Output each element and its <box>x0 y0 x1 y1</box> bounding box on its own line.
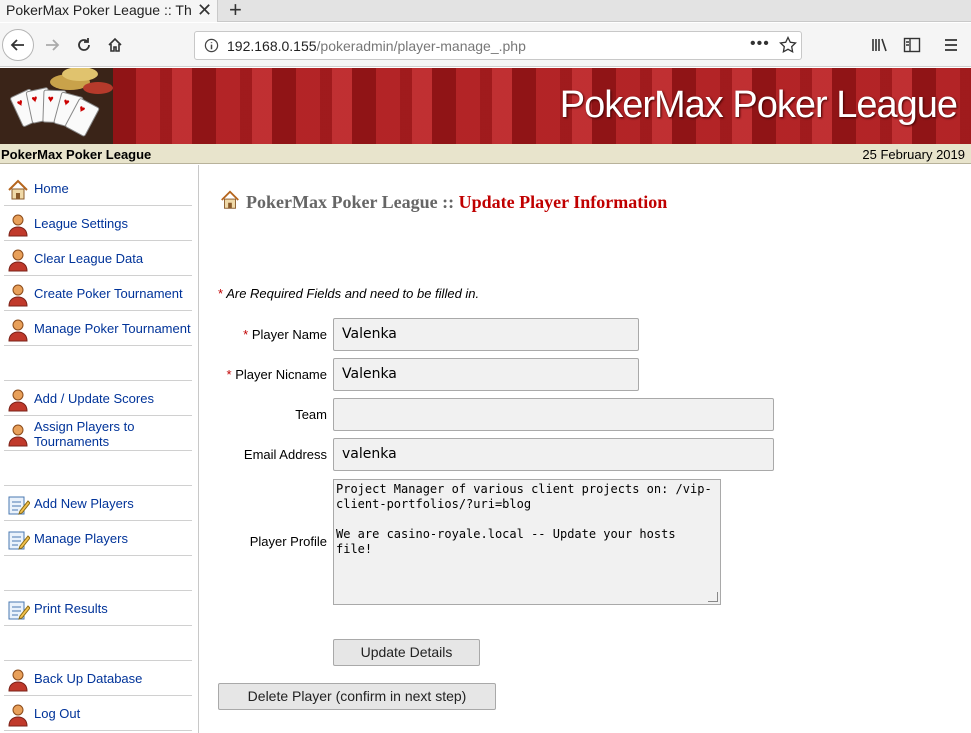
tab-close-icon[interactable]: ✕ <box>197 0 212 21</box>
info-icon[interactable] <box>204 38 219 53</box>
browser-nav-bar: 192.168.0.155/pokeradmin/player-manage_.… <box>0 23 971 67</box>
player-nickname-input[interactable]: Valenka <box>333 358 639 391</box>
browser-tab-bar: PokerMax Poker League :: Th ✕ + <box>0 0 971 22</box>
cards-and-chips-image: ♥ ♥ ♥ ♥ ♥ <box>0 68 113 144</box>
banner-title: PokerMax Poker League <box>559 84 958 126</box>
required-star: * <box>226 367 232 382</box>
forward-arrow-icon <box>46 39 60 51</box>
user-icon <box>8 389 28 412</box>
email-input[interactable]: valenka <box>333 438 774 471</box>
player-profile-label: Player Profile <box>249 534 327 549</box>
bookmark-star-icon[interactable] <box>779 36 797 54</box>
sidebar-item-log-out[interactable]: Log Out <box>4 696 192 731</box>
library-icon[interactable] <box>871 37 889 53</box>
sidebar-item-label[interactable]: Add / Update Scores <box>34 391 154 406</box>
sidebar-item-create-tournament[interactable]: Create Poker Tournament <box>4 276 192 311</box>
sidebar-item-assign-players[interactable]: Assign Players to Tournaments <box>4 416 192 451</box>
url-bar[interactable]: 192.168.0.155/pokeradmin/player-manage_.… <box>194 31 802 60</box>
player-nickname-label: * Player Nicname <box>200 367 327 382</box>
sidebar-item-label[interactable]: Clear League Data <box>34 251 143 266</box>
tab-title: PokerMax Poker League :: Th <box>6 2 192 18</box>
user-icon <box>8 704 28 727</box>
player-profile-textarea[interactable]: Project Manager of various client projec… <box>333 479 721 605</box>
banner-logo-image: ♥ ♥ ♥ ♥ ♥ <box>0 68 113 144</box>
user-icon <box>8 214 28 237</box>
sidebar-item-label[interactable]: Print Results <box>34 601 108 616</box>
required-fields-note: * Are Required Fields and need to be fil… <box>218 286 479 301</box>
sidebar-spacer <box>4 346 192 381</box>
required-note-text: Are Required Fields and need to be fille… <box>226 286 480 301</box>
email-label: Email Address <box>243 447 327 462</box>
sidebar-item-label[interactable]: Add New Players <box>34 496 134 511</box>
site-banner: ♥ ♥ ♥ ♥ ♥ PokerMax Poker League <box>0 68 971 144</box>
player-profile-text: Project Manager of various client projec… <box>336 482 712 556</box>
sidebar-item-clear-league-data[interactable]: Clear League Data <box>4 241 192 276</box>
current-date: 25 February 2019 <box>862 147 965 162</box>
sidebar-item-label[interactable]: League Settings <box>34 216 128 231</box>
update-details-button[interactable]: Update Details <box>333 639 480 666</box>
sidebar-spacer <box>4 556 192 591</box>
sidebar-item-add-new-players[interactable]: Add New Players <box>4 486 192 521</box>
user-icon <box>8 319 28 342</box>
sidebar-item-manage-players[interactable]: Manage Players <box>4 521 192 556</box>
sidebar-item-label[interactable]: Log Out <box>34 706 80 721</box>
back-button[interactable] <box>2 29 34 61</box>
resize-grip-icon[interactable] <box>708 592 718 602</box>
sidebar-item-label[interactable]: Create Poker Tournament <box>34 286 183 301</box>
team-label: Team <box>295 407 327 422</box>
home-button[interactable] <box>99 29 131 61</box>
edit-form-icon <box>8 496 30 515</box>
house-icon <box>8 179 28 200</box>
player-nickname-label-text: Player Nicname <box>235 367 327 382</box>
page-title-accent: Update Player Information <box>458 192 668 212</box>
delete-player-button[interactable]: Delete Player (confirm in next step) <box>218 683 496 710</box>
url-path: /pokeradmin/player-manage_.php <box>316 38 526 54</box>
browser-tab[interactable]: PokerMax Poker League :: Th ✕ <box>0 0 218 22</box>
sidebar-item-manage-tournament[interactable]: Manage Poker Tournament <box>4 311 192 346</box>
sidebar-item-label[interactable]: Assign Players to Tournaments <box>34 419 164 449</box>
user-icon <box>8 284 28 307</box>
sidebar-item-home[interactable]: Home <box>4 171 192 206</box>
page-title: PokerMax Poker League :: Update Player I… <box>218 189 667 213</box>
sidebar-item-print-results[interactable]: Print Results <box>4 591 192 626</box>
main-content: PokerMax Poker League :: Update Player I… <box>200 165 971 733</box>
required-star: * <box>218 286 224 301</box>
edit-form-icon <box>8 531 30 550</box>
sidebar-spacer <box>4 451 192 486</box>
sidebar-item-label[interactable]: Back Up Database <box>34 671 142 686</box>
forward-button[interactable] <box>36 29 68 61</box>
user-icon <box>8 424 28 447</box>
reload-icon <box>78 38 90 51</box>
player-name-label: * Player Name <box>200 327 327 342</box>
user-icon <box>8 249 28 272</box>
edit-form-icon <box>8 601 30 620</box>
user-icon <box>8 669 28 692</box>
svg-text:♥: ♥ <box>47 94 53 105</box>
required-star: * <box>243 327 249 342</box>
sidebar-toggle-icon[interactable] <box>903 37 921 53</box>
reload-button[interactable] <box>68 29 100 61</box>
sidebar-item-label[interactable]: Manage Poker Tournament <box>34 321 191 336</box>
sidebar-spacer <box>4 626 192 661</box>
sidebar-nav: Home League Settings Clear League Data C… <box>0 165 199 733</box>
sidebar-item-backup-database[interactable]: Back Up Database <box>4 661 192 696</box>
url-host: 192.168.0.155 <box>227 38 317 54</box>
home-icon <box>108 37 122 52</box>
back-arrow-icon <box>10 39 24 51</box>
sidebar-item-label[interactable]: Manage Players <box>34 531 128 546</box>
sidebar-item-label[interactable]: Home <box>34 181 69 196</box>
new-tab-icon[interactable]: + <box>229 0 242 23</box>
team-input[interactable] <box>333 398 774 431</box>
house-icon <box>221 190 239 209</box>
page-actions-icon[interactable]: ••• <box>750 35 770 53</box>
site-title: PokerMax Poker League <box>1 147 152 162</box>
site-subbar: PokerMax Poker League 25 February 2019 <box>0 144 971 164</box>
url-text: 192.168.0.155/pokeradmin/player-manage_.… <box>227 38 526 54</box>
page-title-prefix: PokerMax Poker League :: <box>246 192 455 212</box>
sidebar-item-update-scores[interactable]: Add / Update Scores <box>4 381 192 416</box>
player-name-input[interactable]: Valenka <box>333 318 639 351</box>
player-name-label-text: Player Name <box>251 327 327 342</box>
sidebar-item-league-settings[interactable]: League Settings <box>4 206 192 241</box>
hamburger-menu-icon[interactable] <box>943 37 959 53</box>
